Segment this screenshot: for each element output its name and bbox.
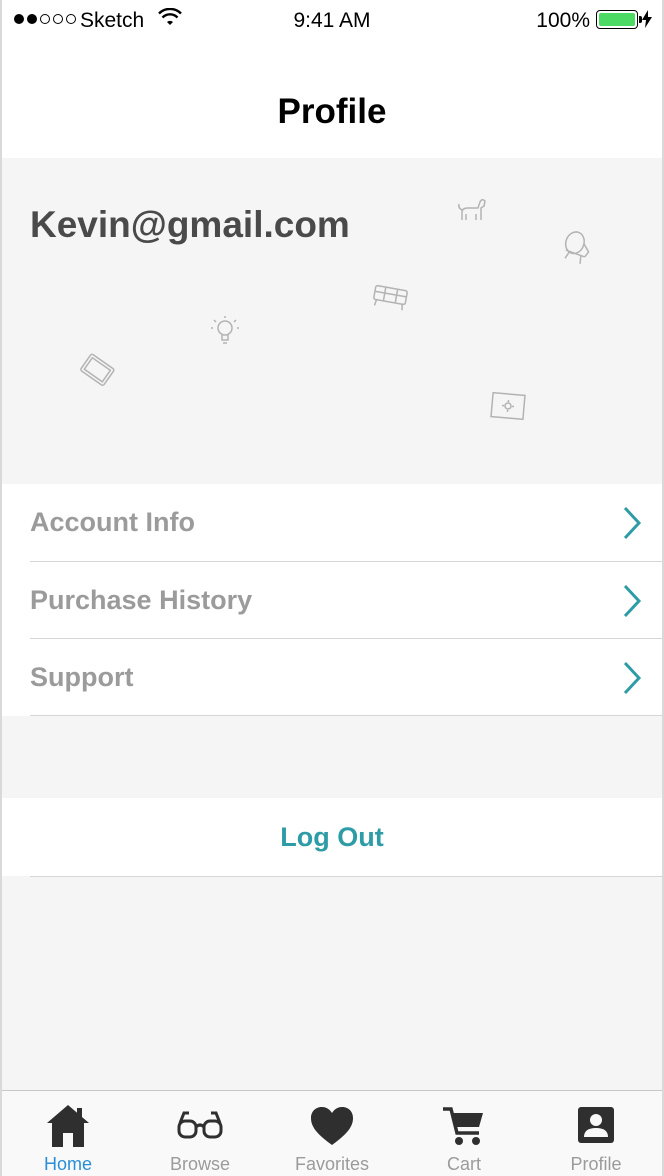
- app-frame: Sketch 9:41 AM 100% Profile Kevin@gmail.…: [0, 0, 664, 1176]
- glasses-icon: [177, 1111, 223, 1139]
- sofa-doodle-icon: [373, 284, 408, 311]
- home-icon: [47, 1105, 89, 1147]
- tab-cart[interactable]: Cart: [398, 1091, 530, 1176]
- cart-icon: [443, 1107, 483, 1145]
- menu-item-account-info[interactable]: Account Info: [2, 484, 662, 561]
- status-bar: Sketch 9:41 AM 100%: [2, 0, 662, 42]
- battery-percentage: 100%: [536, 9, 590, 32]
- log-out-button[interactable]: Log Out: [2, 798, 662, 876]
- dog-doodle-icon: [458, 198, 486, 220]
- tab-label: Browse: [169, 1154, 231, 1174]
- navigation-bar: Profile: [2, 42, 662, 158]
- tab-profile[interactable]: Profile: [530, 1091, 662, 1176]
- log-out-label: Log Out: [280, 821, 384, 852]
- chair-doodle-icon: [564, 231, 590, 264]
- menu-item-support[interactable]: Support: [30, 638, 662, 715]
- profile-card-icon: [578, 1107, 614, 1143]
- page-title: Profile: [277, 92, 387, 131]
- tab-bar: Home Browse Favorites Cart Profile: [2, 1090, 662, 1176]
- tab-label: Favorites: [294, 1154, 370, 1174]
- tab-label: Home: [43, 1154, 92, 1174]
- tab-label: Cart: [446, 1154, 481, 1174]
- heart-icon: [311, 1107, 353, 1145]
- battery-icon: [596, 10, 642, 29]
- menu-item-label: Purchase History: [30, 584, 253, 615]
- profile-menu: Account Info Purchase History Support: [2, 484, 662, 716]
- charging-bolt-icon: [642, 10, 652, 28]
- tablet-doodle-icon: [80, 353, 115, 386]
- chevron-right-icon: [623, 584, 642, 618]
- tab-browse[interactable]: Browse: [134, 1091, 266, 1176]
- tab-home[interactable]: Home: [2, 1091, 134, 1176]
- lightbulb-doodle-icon: [211, 316, 239, 344]
- profile-header: Kevin@gmail.com: [2, 158, 662, 484]
- tab-favorites[interactable]: Favorites: [266, 1091, 398, 1176]
- chevron-right-icon: [623, 506, 642, 540]
- menu-item-label: Support: [30, 661, 134, 692]
- chevron-right-icon: [623, 661, 642, 695]
- menu-item-label: Account Info: [30, 507, 195, 537]
- picture-frame-doodle-icon: [490, 391, 526, 421]
- menu-item-purchase-history[interactable]: Purchase History: [30, 561, 662, 638]
- user-email: Kevin@gmail.com: [30, 204, 350, 245]
- divider: [30, 876, 662, 877]
- divider: [30, 715, 662, 716]
- tab-label: Profile: [570, 1154, 622, 1174]
